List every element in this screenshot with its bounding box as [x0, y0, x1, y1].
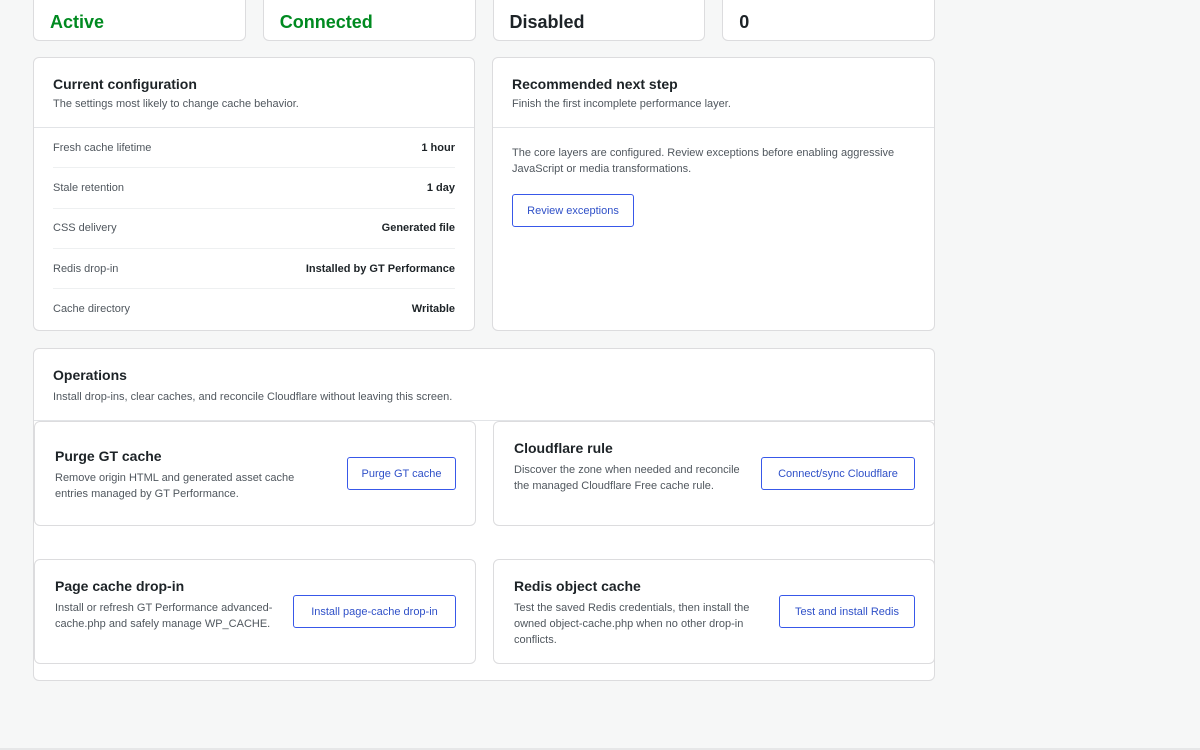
operation-text: Cloudflare rule Discover the zone when n…	[514, 440, 749, 494]
operation-description: Install or refresh GT Performance advanc…	[55, 602, 273, 630]
operations-header: Operations Install drop-ins, clear cache…	[34, 349, 934, 421]
card-title: Recommended next step	[512, 76, 678, 92]
config-row-cache-directory: Cache directory Writable	[53, 289, 455, 329]
config-row-stale-retention: Stale retention 1 day	[53, 168, 455, 209]
purge-gt-cache-button[interactable]: Purge GT cache	[347, 457, 456, 490]
config-row-redis-drop-in: Redis drop-in Installed by GT Performanc…	[53, 249, 455, 290]
status-card-count: 0	[722, 0, 935, 41]
config-value: 1 hour	[421, 141, 455, 154]
operation-tile-redis-object-cache: Redis object cache Test the saved Redis …	[493, 559, 935, 664]
operations-card: Operations Install drop-ins, clear cache…	[33, 348, 935, 681]
operation-title: Redis object cache	[514, 578, 641, 594]
operation-title: Cloudflare rule	[514, 440, 613, 456]
status-value-connected: Connected	[279, 12, 373, 32]
operation-description: Discover the zone when needed and reconc…	[514, 464, 740, 492]
config-row-css-delivery: CSS delivery Generated file	[53, 209, 455, 249]
operations-title: Operations	[53, 367, 127, 383]
config-label: CSS delivery	[53, 222, 117, 235]
status-value-active: Active	[50, 12, 105, 32]
status-card-cache: Active	[33, 0, 246, 41]
status-card-disabled: Disabled	[492, 0, 706, 41]
operation-description: Remove origin HTML and generated asset c…	[55, 472, 295, 500]
config-value: Writable	[411, 303, 455, 316]
connect-sync-cloudflare-button[interactable]: Connect/sync Cloudflare	[761, 457, 915, 490]
status-card-cloudflare: Connected	[262, 0, 476, 41]
operation-text: Purge GT cache Remove origin HTML and ge…	[55, 448, 315, 502]
next-step-body: The core layers are configured. Review e…	[493, 128, 934, 244]
config-label: Redis drop-in	[53, 262, 119, 275]
operation-description: Test the saved Redis credentials, then i…	[514, 602, 750, 646]
operation-text: Page cache drop-in Install or refresh GT…	[55, 578, 280, 632]
next-step-description: The core layers are configured. Review e…	[512, 147, 895, 175]
operation-tile-cloudflare-rule: Cloudflare rule Discover the zone when n…	[493, 421, 935, 526]
config-value: Installed by GT Performance	[305, 262, 455, 275]
config-label: Stale retention	[53, 181, 124, 194]
operation-tile-purge-cache: Purge GT cache Remove origin HTML and ge…	[34, 421, 476, 526]
install-page-cache-drop-in-button[interactable]: Install page-cache drop-in	[293, 595, 456, 628]
config-row-fresh-cache-lifetime: Fresh cache lifetime 1 hour	[53, 128, 455, 169]
status-summary-row: Active Connected Disabled 0	[33, 0, 935, 41]
operation-tile-page-cache-drop-in: Page cache drop-in Install or refresh GT…	[34, 559, 476, 664]
recommended-next-step-card: Recommended next step Finish the first i…	[492, 57, 935, 331]
card-header: Current configuration The settings most …	[34, 58, 474, 128]
operation-text: Redis object cache Test the saved Redis …	[514, 578, 764, 648]
operations-subtitle: Install drop-ins, clear caches, and reco…	[53, 391, 453, 403]
config-value: 1 day	[426, 181, 455, 194]
card-subtitle: The settings most likely to change cache…	[53, 98, 299, 110]
card-title: Current configuration	[53, 76, 197, 92]
config-value: Generated file	[381, 222, 455, 235]
operation-title: Page cache drop-in	[55, 578, 185, 594]
test-and-install-redis-button[interactable]: Test and install Redis	[779, 595, 915, 628]
card-subtitle: Finish the first incomplete performance …	[512, 98, 731, 110]
status-value-disabled: Disabled	[509, 12, 585, 32]
config-label: Fresh cache lifetime	[53, 141, 152, 154]
operation-title: Purge GT cache	[55, 448, 162, 464]
status-value-count: 0	[739, 12, 750, 32]
current-configuration-card: Current configuration The settings most …	[33, 57, 475, 331]
page: Active Connected Disabled 0 Current conf…	[0, 0, 1200, 750]
configuration-list: Fresh cache lifetime 1 hour Stale retent…	[34, 128, 474, 329]
card-header: Recommended next step Finish the first i…	[493, 58, 934, 128]
config-label: Cache directory	[53, 303, 131, 316]
review-exceptions-button[interactable]: Review exceptions	[512, 194, 634, 227]
